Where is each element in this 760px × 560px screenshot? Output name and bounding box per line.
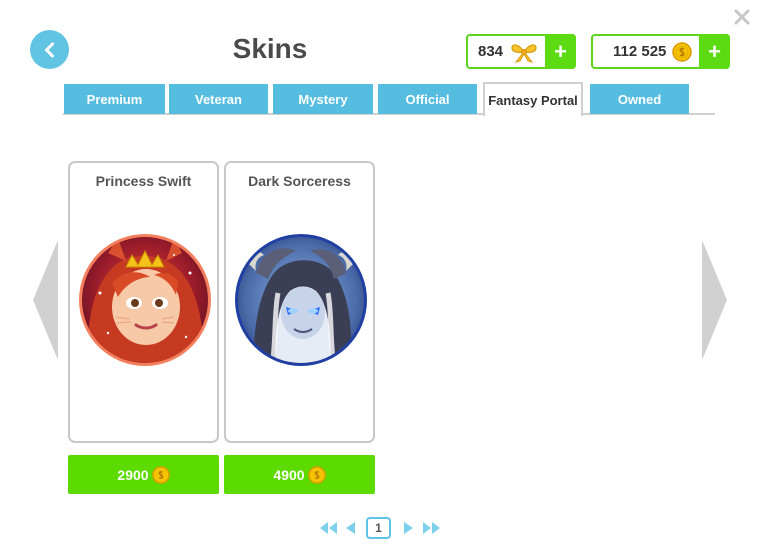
coin-icon — [151, 465, 170, 484]
princess-swift-portrait — [78, 233, 212, 367]
previous-arrow[interactable] — [33, 240, 58, 360]
pagination: 1 — [316, 517, 446, 541]
arrow-left-icon — [33, 240, 58, 360]
previous-page-button[interactable] — [344, 521, 356, 540]
add-coins-button[interactable]: + — [699, 34, 730, 69]
close-button[interactable] — [733, 8, 751, 26]
buy-button[interactable]: 4900 — [224, 455, 375, 494]
skin-name: Dark Sorceress — [248, 173, 351, 189]
chevron-left-icon — [346, 522, 355, 534]
first-page-button[interactable] — [318, 521, 338, 540]
tab-veteran[interactable]: Veteran — [169, 84, 268, 114]
close-icon — [734, 9, 750, 25]
tab-official[interactable]: Official — [378, 84, 477, 114]
last-page-button[interactable] — [422, 521, 442, 540]
tab-owned[interactable]: Owned — [590, 84, 689, 114]
current-page[interactable]: 1 — [366, 517, 391, 539]
bow-icon — [509, 40, 539, 64]
bows-counter: 834 + — [466, 34, 576, 69]
next-arrow[interactable] — [702, 240, 727, 360]
skin-card[interactable]: Princess Swift — [68, 161, 219, 443]
arrow-right-icon — [702, 240, 727, 360]
category-tabs: Premium Veteran Mystery Official Fantasy… — [63, 82, 715, 116]
chevron-right-icon — [404, 522, 413, 534]
skin-name: Princess Swift — [95, 173, 192, 189]
coins-counter: 112 525 + — [591, 34, 730, 69]
skin-price: 2900 — [117, 466, 149, 483]
tab-mystery[interactable]: Mystery — [273, 84, 373, 114]
page-title: Skins — [232, 33, 308, 64]
back-button[interactable] — [30, 30, 69, 69]
buy-button[interactable]: 2900 — [68, 455, 219, 494]
dark-sorceress-portrait — [234, 233, 368, 367]
add-bows-button[interactable]: + — [545, 34, 576, 69]
bows-amount: 834 — [478, 43, 504, 60]
coin-icon — [307, 465, 326, 484]
coins-amount: 112 525 — [613, 43, 667, 60]
coin-icon — [672, 41, 693, 62]
chevron-left-icon — [44, 42, 54, 57]
skin-card[interactable]: Dark Sorceress — [224, 161, 375, 443]
next-page-button[interactable] — [403, 521, 415, 540]
skin-price: 4900 — [273, 466, 305, 483]
double-chevron-right-icon — [423, 522, 440, 534]
tab-premium[interactable]: Premium — [64, 84, 165, 114]
double-chevron-left-icon — [320, 522, 337, 534]
tab-fantasy-portal[interactable]: Fantasy Portal — [483, 82, 583, 116]
